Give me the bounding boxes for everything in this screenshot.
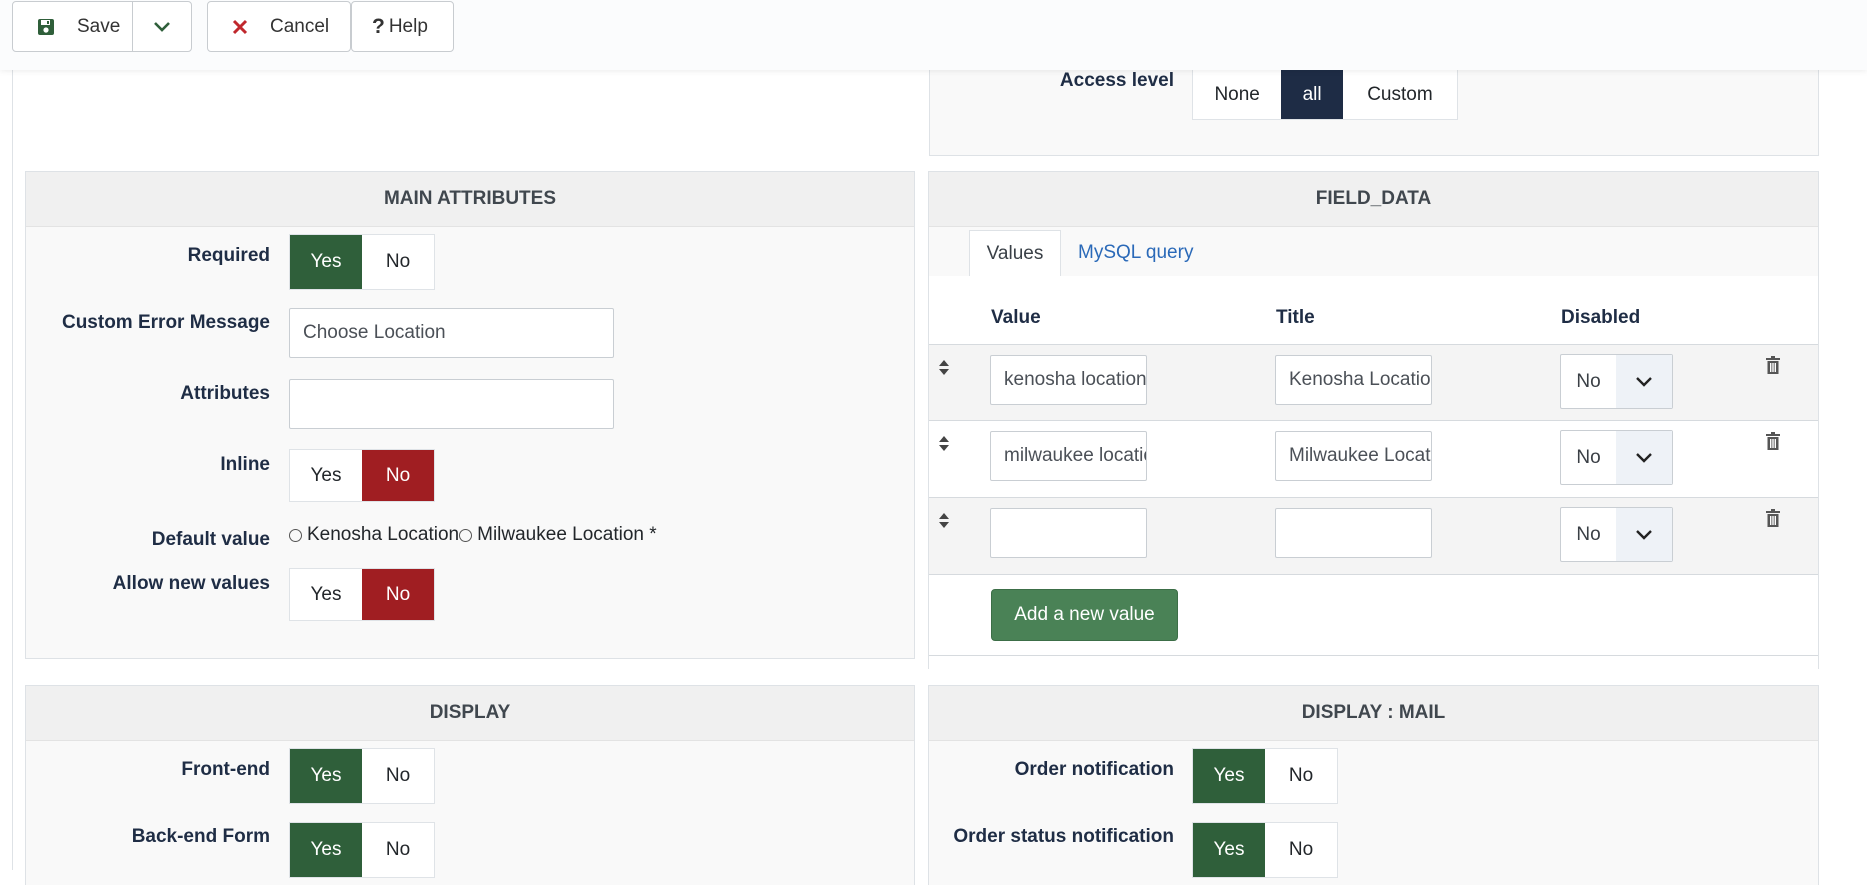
column-header-title: Title — [1276, 307, 1315, 328]
required-yes[interactable]: Yes — [290, 235, 362, 289]
row-disabled-value: No — [1576, 523, 1601, 545]
close-icon — [232, 19, 248, 35]
tab-mysql-query[interactable]: MySQL query — [1078, 242, 1193, 264]
required-no[interactable]: No — [362, 235, 434, 289]
trash-icon[interactable] — [1766, 509, 1780, 527]
main-attributes-panel: MAIN ATTRIBUTES Required Yes No Custom E… — [25, 171, 915, 659]
display-mail-title: DISPLAY : MAIL — [929, 686, 1818, 741]
add-new-value-button[interactable]: Add a new value — [991, 589, 1178, 641]
save-options-dropdown[interactable] — [132, 1, 192, 52]
trash-icon[interactable] — [1766, 356, 1780, 374]
inline-yes[interactable]: Yes — [290, 450, 362, 501]
table-row: No — [929, 498, 1818, 575]
divider — [929, 655, 1818, 656]
chevron-down-icon — [153, 21, 171, 33]
radio-milwaukee[interactable] — [459, 528, 473, 542]
radio-kenosha[interactable] — [289, 528, 302, 542]
question-icon: ? — [372, 14, 385, 38]
attributes-input[interactable] — [289, 379, 614, 429]
frontend-switch: Yes No — [289, 748, 435, 804]
chevron-down-icon — [1616, 355, 1672, 408]
allow-new-yes[interactable]: Yes — [290, 569, 362, 620]
access-option-none[interactable]: None — [1193, 70, 1281, 119]
access-option-custom[interactable]: Custom — [1343, 70, 1457, 119]
chevron-down-icon — [1616, 431, 1672, 484]
table-row: kenosha location Kenosha Location No — [929, 344, 1818, 421]
field-data-title: FIELD_DATA — [929, 172, 1818, 227]
row-value-input[interactable]: kenosha location — [990, 355, 1147, 405]
allow-new-no[interactable]: No — [362, 569, 434, 620]
order-notification-no[interactable]: No — [1265, 749, 1337, 803]
save-icon — [37, 18, 55, 36]
column-header-value: Value — [991, 307, 1041, 328]
drag-handle-icon[interactable] — [937, 359, 951, 381]
page-edge — [12, 70, 13, 870]
display-panel: DISPLAY Front-end Yes No Back-end Form Y… — [25, 685, 915, 885]
frontend-yes[interactable]: Yes — [290, 749, 362, 803]
required-switch: Yes No — [289, 234, 435, 290]
row-value-input[interactable]: milwaukee location — [990, 431, 1147, 481]
backend-yes[interactable]: Yes — [290, 823, 362, 877]
custom-error-label: Custom Error Message — [61, 312, 270, 333]
toolbar: Save Cancel ? Help — [0, 0, 1867, 70]
order-notification-switch: Yes No — [1192, 748, 1338, 804]
row-disabled-select[interactable]: No — [1560, 507, 1673, 562]
help-button[interactable]: ? Help — [351, 1, 454, 52]
help-label: Help — [388, 15, 428, 37]
row-title-input[interactable] — [1275, 508, 1432, 558]
default-value-options: Kenosha Location Milwaukee Location * — [289, 524, 657, 546]
chevron-down-icon — [1616, 508, 1672, 561]
inline-no[interactable]: No — [362, 450, 434, 501]
cancel-label: Cancel — [270, 15, 330, 37]
field-data-panel: FIELD_DATA Values MySQL query Value Titl… — [928, 171, 1819, 670]
cancel-button[interactable]: Cancel — [207, 1, 351, 52]
frontend-label: Front-end — [181, 759, 270, 780]
row-title-input[interactable]: Milwaukee Location — [1275, 431, 1432, 481]
custom-error-input[interactable]: Choose Location — [289, 308, 614, 358]
order-notification-yes[interactable]: Yes — [1193, 749, 1265, 803]
trash-icon[interactable] — [1766, 432, 1780, 450]
row-disabled-select[interactable]: No — [1560, 354, 1673, 409]
access-level-label: Access level — [1059, 70, 1174, 91]
display-title: DISPLAY — [26, 686, 914, 741]
column-header-disabled: Disabled — [1561, 307, 1641, 328]
frontend-no[interactable]: No — [362, 749, 434, 803]
row-disabled-value: No — [1576, 446, 1601, 468]
order-status-notification-label: Order status notification — [953, 826, 1174, 847]
row-disabled-value: No — [1576, 370, 1601, 392]
order-notification-label: Order notification — [1014, 759, 1174, 780]
required-label: Required — [187, 245, 270, 266]
radio-kenosha-label[interactable]: Kenosha Location — [307, 524, 459, 546]
backend-no[interactable]: No — [362, 823, 434, 877]
allow-new-values-label: Allow new values — [112, 573, 270, 594]
drag-handle-icon[interactable] — [937, 435, 951, 457]
access-option-all[interactable]: all — [1281, 70, 1343, 119]
attributes-label: Attributes — [180, 383, 270, 404]
values-table: Value Title Disabled kenosha location Ke… — [929, 276, 1818, 670]
tab-values[interactable]: Values — [969, 230, 1061, 276]
backend-form-label: Back-end Form — [131, 826, 270, 847]
order-status-no[interactable]: No — [1265, 823, 1337, 877]
main-attributes-title: MAIN ATTRIBUTES — [26, 172, 914, 227]
row-title-input[interactable]: Kenosha Location — [1275, 355, 1432, 405]
access-level-switch: None all Custom — [1192, 69, 1458, 120]
drag-handle-icon[interactable] — [937, 512, 951, 534]
row-disabled-select[interactable]: No — [1560, 430, 1673, 485]
save-label: Save — [77, 15, 121, 37]
row-value-input[interactable] — [990, 508, 1147, 558]
order-status-yes[interactable]: Yes — [1193, 823, 1265, 877]
save-button[interactable]: Save — [12, 1, 133, 52]
table-row: milwaukee location Milwaukee Location No — [929, 421, 1818, 498]
inline-switch: Yes No — [289, 449, 435, 502]
allow-new-values-switch: Yes No — [289, 568, 435, 621]
display-mail-panel: DISPLAY : MAIL Order notification Yes No… — [928, 685, 1819, 885]
inline-label: Inline — [220, 454, 270, 475]
radio-milwaukee-label[interactable]: Milwaukee Location * — [477, 524, 657, 546]
default-value-label: Default value — [151, 529, 270, 550]
